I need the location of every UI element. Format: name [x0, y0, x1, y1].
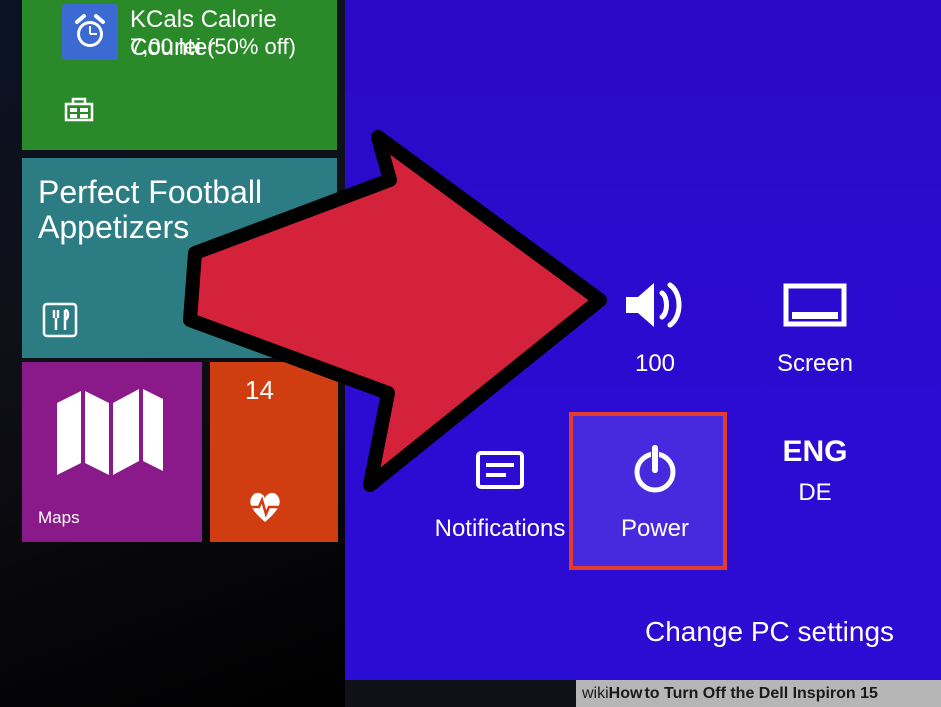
- charm-screen[interactable]: Screen: [735, 270, 895, 378]
- charm-notifications[interactable]: Notifications: [420, 435, 580, 543]
- heart-rate-icon: [245, 490, 285, 524]
- lang-primary-label: ENG: [782, 435, 847, 469]
- screen-icon: [735, 270, 895, 340]
- tile-maps-label: Maps: [38, 508, 80, 528]
- wikihow-caption: wikiHow to Turn Off the Dell Inspiron 15: [576, 680, 941, 707]
- charm-volume[interactable]: 100: [575, 270, 735, 378]
- charm-power-label: Power: [575, 515, 735, 543]
- language-primary: ENG: [735, 435, 895, 469]
- tile-kcals[interactable]: KCals Calorie Counter 7,00 lei (50% off): [22, 0, 337, 150]
- lang-secondary-label: DE: [735, 479, 895, 507]
- food-drink-icon: [40, 300, 80, 340]
- notifications-icon: [420, 435, 580, 505]
- caption-rest: to Turn Off the Dell Inspiron 15: [644, 685, 877, 703]
- power-icon: [575, 435, 735, 505]
- caption-wiki: wiki: [582, 685, 609, 703]
- maps-icon: [55, 385, 165, 480]
- charm-notifications-label: Notifications: [420, 515, 580, 543]
- charm-network-label: [420, 350, 580, 378]
- volume-icon: [575, 270, 735, 340]
- charm-volume-label: 100: [575, 350, 735, 378]
- charm-language[interactable]: ENG DE: [735, 435, 895, 507]
- alarm-clock-icon: [62, 4, 118, 60]
- caption-how: How: [609, 685, 643, 703]
- tile-football-title: Perfect Football Appetizers: [38, 175, 262, 245]
- tile-kcals-subtitle: 7,00 lei (50% off): [130, 34, 296, 60]
- charm-network[interactable]: [420, 270, 580, 378]
- charm-power[interactable]: Power: [575, 435, 735, 543]
- tile-health-number: 14: [245, 375, 274, 406]
- change-pc-settings-link[interactable]: Change PC settings: [645, 616, 894, 648]
- charm-screen-label: Screen: [735, 350, 895, 378]
- store-icon: [62, 92, 96, 126]
- network-icon: [420, 270, 580, 340]
